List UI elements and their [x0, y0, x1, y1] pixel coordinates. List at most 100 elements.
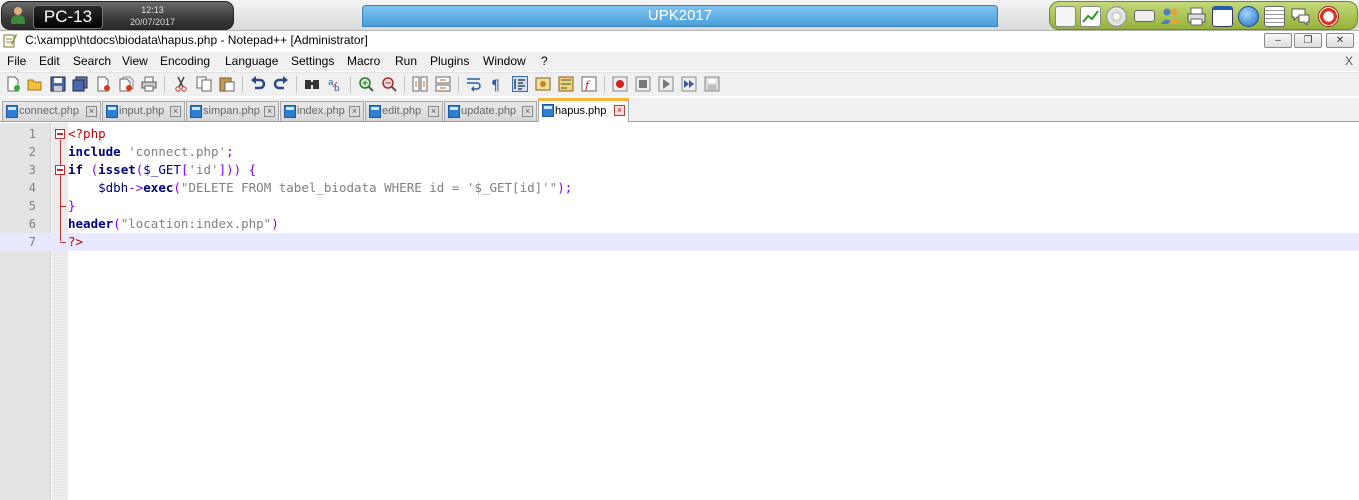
- line-number: 2: [28, 145, 36, 159]
- save-macro-icon[interactable]: [704, 76, 720, 92]
- save-all-icon[interactable]: [72, 76, 88, 92]
- sync-horizontal-icon[interactable]: [435, 76, 451, 92]
- window-titlebar: C:\xampp\htdocs\biodata\hapus.php - Note…: [0, 31, 1359, 51]
- code-text: header("location:index.php"): [68, 216, 279, 231]
- php-file-icon: [448, 105, 460, 118]
- globe-icon[interactable]: [1238, 6, 1259, 27]
- window-icon[interactable]: [1212, 6, 1233, 27]
- play-macro-icon[interactable]: [658, 76, 674, 92]
- show-all-characters-icon[interactable]: ¶: [489, 76, 505, 94]
- word-wrap-icon[interactable]: [466, 76, 482, 92]
- undo-icon[interactable]: [250, 76, 266, 92]
- menu-edit[interactable]: Edit: [39, 54, 60, 68]
- toolbar-separator: [458, 76, 459, 93]
- code-line-current[interactable]: 7 ?>: [0, 233, 1359, 251]
- save-icon[interactable]: [50, 76, 66, 92]
- tab-edit-php[interactable]: edit.php ×: [365, 101, 443, 121]
- tab-connect-php[interactable]: connect.php ×: [2, 101, 101, 121]
- php-file-icon: [190, 105, 202, 118]
- menu-plugins[interactable]: Plugins: [430, 54, 469, 68]
- code-line[interactable]: 4 $dbh->exec("DELETE FROM tabel_biodata …: [0, 179, 1359, 197]
- chat-icon[interactable]: [1290, 6, 1311, 27]
- menu-window[interactable]: Window: [483, 54, 526, 68]
- kiosk-client-panel: PC-13 12:13 20/07/2017: [1, 1, 234, 30]
- close-all-icon[interactable]: [118, 76, 134, 92]
- tab-close-icon[interactable]: ×: [349, 106, 360, 117]
- tab-close-icon[interactable]: ×: [428, 106, 439, 117]
- toolbar-separator: [604, 76, 605, 93]
- line-number: 1: [28, 127, 36, 141]
- code-text: $dbh->exec("DELETE FROM tabel_biodata WH…: [98, 180, 573, 195]
- open-file-icon[interactable]: [27, 76, 43, 92]
- menu-help[interactable]: ?: [541, 54, 548, 68]
- menu-macro[interactable]: Macro: [347, 54, 380, 68]
- redo-icon[interactable]: [273, 76, 289, 92]
- record-macro-icon[interactable]: [612, 76, 628, 92]
- zoom-in-icon[interactable]: [358, 76, 374, 92]
- document-map-icon[interactable]: [558, 76, 574, 92]
- chart-icon[interactable]: [1080, 6, 1101, 27]
- replace-icon[interactable]: ab: [327, 76, 343, 94]
- indent-guide-icon[interactable]: [512, 76, 528, 92]
- tab-close-icon[interactable]: ×: [86, 106, 97, 117]
- minimize-button[interactable]: ‒: [1264, 33, 1292, 48]
- paste-icon[interactable]: [219, 76, 235, 92]
- code-line[interactable]: 6 header("location:index.php"): [0, 215, 1359, 233]
- print-icon[interactable]: [141, 76, 157, 92]
- menu-file[interactable]: File: [7, 54, 26, 68]
- php-file-icon: [542, 104, 554, 117]
- monitor-icon[interactable]: [1055, 6, 1076, 27]
- new-file-icon[interactable]: [5, 76, 21, 92]
- close-document-button[interactable]: X: [1345, 54, 1353, 68]
- tab-close-icon[interactable]: ×: [264, 106, 275, 117]
- code-editor[interactable]: 1 <?php 2 include 'connect.php'; 3 if (i…: [0, 123, 1359, 500]
- user-icon[interactable]: [10, 7, 26, 25]
- run-macro-multiple-icon[interactable]: [681, 76, 697, 92]
- fold-collapse-icon[interactable]: [55, 129, 65, 139]
- code-line[interactable]: 1 <?php: [0, 125, 1359, 143]
- tab-hapus-php[interactable]: hapus.php ×: [538, 98, 629, 122]
- user-language-icon[interactable]: [535, 76, 551, 92]
- toolbar-separator: [404, 76, 405, 93]
- notes-icon[interactable]: [1264, 6, 1285, 27]
- function-list-icon[interactable]: f: [581, 76, 597, 92]
- copy-icon[interactable]: [196, 76, 212, 92]
- sync-vertical-icon[interactable]: [412, 76, 428, 92]
- tab-simpan-php[interactable]: simpan.php ×: [186, 101, 279, 121]
- fold-end-marker: [60, 242, 66, 243]
- tab-update-php[interactable]: update.php ×: [444, 101, 537, 121]
- kiosk-tray: [1049, 1, 1358, 30]
- tab-close-icon[interactable]: ×: [614, 105, 625, 116]
- menu-encoding[interactable]: Encoding: [160, 54, 210, 68]
- stop-macro-icon[interactable]: [635, 76, 651, 92]
- code-line[interactable]: 2 include 'connect.php';: [0, 143, 1359, 161]
- zoom-out-icon[interactable]: [381, 76, 397, 92]
- close-button[interactable]: ✕: [1326, 33, 1354, 48]
- help-icon[interactable]: [1318, 6, 1339, 27]
- tab-input-php[interactable]: input.php ×: [102, 101, 185, 121]
- menu-search[interactable]: Search: [73, 54, 111, 68]
- printer-icon[interactable]: [1186, 6, 1207, 27]
- cd-icon[interactable]: [1106, 6, 1127, 27]
- menu-run[interactable]: Run: [395, 54, 417, 68]
- fold-collapse-icon[interactable]: [55, 165, 65, 175]
- users-icon[interactable]: [1160, 6, 1181, 27]
- toolbar-separator: [242, 76, 243, 93]
- menu-settings[interactable]: Settings: [291, 54, 334, 68]
- cut-icon[interactable]: [173, 76, 189, 92]
- close-file-icon[interactable]: [95, 76, 111, 92]
- code-line[interactable]: 3 if (isset($_GET['id'])) {: [0, 161, 1359, 179]
- code-text: include 'connect.php';: [68, 144, 234, 159]
- tab-close-icon[interactable]: ×: [170, 106, 181, 117]
- tab-index-php[interactable]: index.php ×: [280, 101, 364, 121]
- menu-language[interactable]: Language: [225, 54, 278, 68]
- pc-name: PC-13: [33, 5, 103, 29]
- tab-close-icon[interactable]: ×: [522, 106, 533, 117]
- tab-label: edit.php: [382, 105, 422, 117]
- restore-button[interactable]: ❐: [1294, 33, 1322, 48]
- code-line[interactable]: 5 }: [0, 197, 1359, 215]
- find-icon[interactable]: [304, 76, 320, 92]
- keyboard-icon[interactable]: [1134, 10, 1155, 22]
- menu-view[interactable]: View: [122, 54, 148, 68]
- code-text: }: [68, 198, 76, 213]
